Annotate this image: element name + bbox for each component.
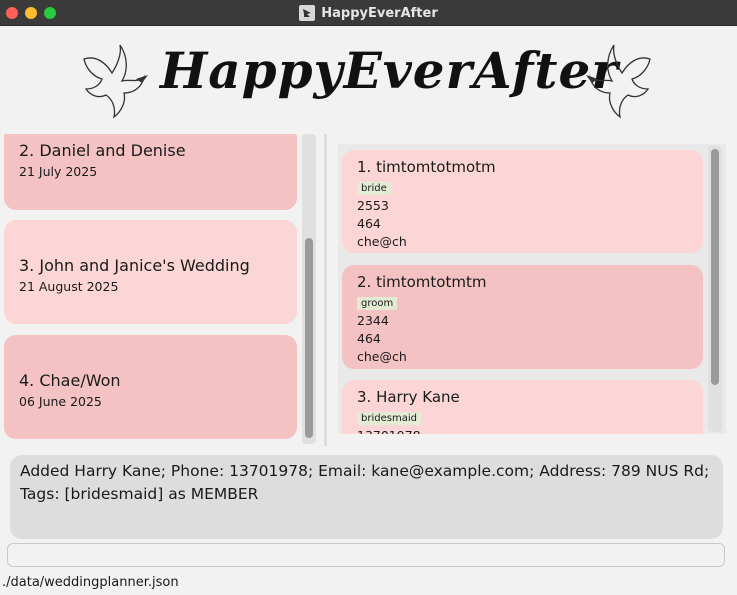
wedding-list-panel[interactable]: 2. Daniel and Denise 21 July 2025 3. Joh… [0, 134, 322, 446]
person-email: che@ch [357, 234, 407, 249]
person-card[interactable]: 3. Harry Kane bridesmaid 13701978 [342, 380, 703, 434]
wedding-list-scrollbar[interactable] [302, 134, 316, 444]
wedding-card[interactable]: 4. Chae/Won 06 June 2025 [4, 335, 297, 439]
wedding-date: 21 August 2025 [19, 279, 119, 294]
person-address: 464 [357, 331, 381, 346]
result-display: Added Harry Kane; Phone: 13701978; Email… [10, 455, 723, 539]
dove-icon [578, 37, 658, 127]
wedding-title: 3. John and Janice's Wedding [19, 256, 250, 275]
app-window: HappyEverAfter HappyEverAfter 2. Daniel … [0, 0, 737, 595]
person-list-scroll-thumb[interactable] [711, 149, 719, 385]
person-tag: groom [357, 297, 398, 310]
wedding-card[interactable]: 3. John and Janice's Wedding 21 August 2… [4, 220, 297, 324]
person-name: 1. timtomtotmotm [357, 158, 496, 176]
person-list[interactable]: 1. timtomtotmotm bride 2553 464 che@ch 2… [338, 144, 726, 434]
person-address: 464 [357, 216, 381, 231]
wedding-date: 21 July 2025 [19, 164, 98, 179]
person-phone: 2344 [357, 313, 389, 328]
arrow-app-icon [299, 5, 316, 21]
wedding-title: 2. Daniel and Denise [19, 141, 186, 160]
wedding-date: 06 June 2025 [19, 394, 102, 409]
person-list-scrollbar[interactable] [708, 146, 722, 432]
person-name: 2. timtomtotmtm [357, 273, 487, 291]
wedding-title: 4. Chae/Won [19, 371, 121, 390]
person-email: che@ch [357, 349, 407, 364]
title-bar: HappyEverAfter [0, 0, 737, 26]
wedding-card[interactable]: 2. Daniel and Denise 21 July 2025 [4, 134, 297, 210]
person-phone: 2553 [357, 198, 389, 213]
person-phone: 13701978 [357, 428, 688, 434]
dove-icon [76, 37, 156, 127]
title-group: HappyEverAfter [0, 0, 737, 26]
status-file-path: ./data/weddingplanner.json [2, 575, 179, 590]
banner: HappyEverAfter [0, 27, 737, 132]
wedding-list-scroll-thumb[interactable] [305, 238, 313, 438]
app-logo: HappyEverAfter [160, 41, 619, 100]
person-tag: bridesmaid [357, 412, 421, 425]
person-list-panel[interactable]: 1. timtomtotmotm bride 2553 464 che@ch 2… [330, 134, 737, 446]
panel-divider[interactable] [324, 134, 327, 446]
person-card[interactable]: 1. timtomtotmotm bride 2553 464 che@ch [342, 150, 703, 253]
person-card[interactable]: 2. timtomtotmtm groom 2344 464 che@ch [342, 265, 703, 369]
person-tag: bride [357, 182, 391, 195]
window-title: HappyEverAfter [321, 5, 438, 21]
person-name: 3. Harry Kane [357, 388, 460, 406]
command-input[interactable] [7, 543, 725, 567]
